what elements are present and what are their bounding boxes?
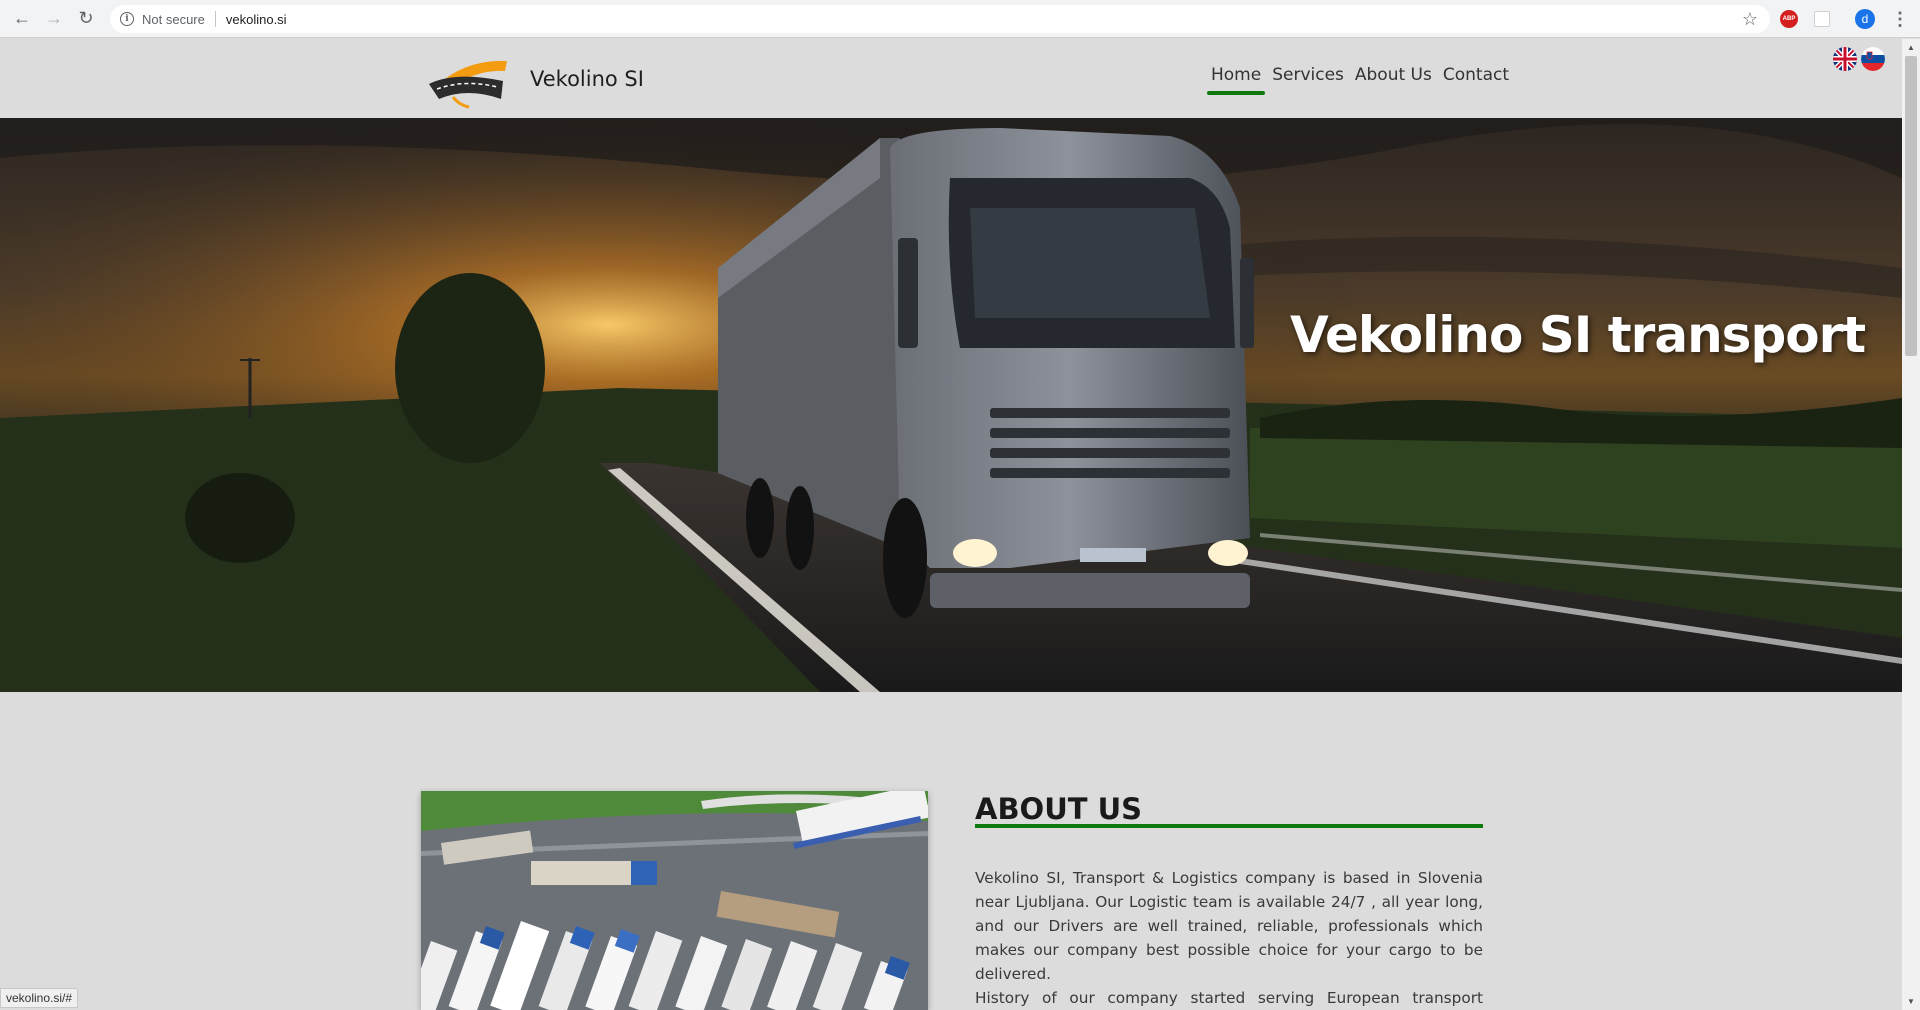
scroll-up-icon[interactable]: ▲ — [1907, 43, 1915, 52]
english-flag-icon[interactable] — [1833, 47, 1857, 71]
url-text[interactable]: vekolino.si — [226, 12, 287, 27]
nav-item-home[interactable]: Home — [1207, 61, 1266, 95]
site-header: Vekolino SI Home Services About Us Conta… — [0, 39, 1902, 118]
slovenian-flag-icon[interactable] — [1861, 47, 1885, 71]
truck-parking-aerial-image — [421, 791, 928, 1010]
bookmark-star-icon[interactable]: ☆ — [1742, 9, 1758, 30]
nav-item-contact[interactable]: Contact — [1439, 61, 1513, 95]
browser-toolbar: ← → ↻ i Not secure vekolino.si ☆ ABP d ⋮ — [0, 0, 1920, 38]
scroll-down-icon[interactable]: ▼ — [1907, 997, 1915, 1006]
omnibox-divider — [214, 11, 216, 27]
reload-icon[interactable]: ↻ — [74, 7, 98, 31]
extension-icon[interactable] — [1814, 11, 1830, 27]
profile-avatar[interactable]: d — [1855, 9, 1875, 29]
address-bar[interactable]: i Not secure vekolino.si ☆ — [110, 5, 1770, 33]
about-section: ABOUT US Vekolino SI, Transport & Logist… — [0, 692, 1902, 1010]
about-paragraph: History of our company started serving E… — [975, 989, 1483, 1007]
nav-item-about-us[interactable]: About Us — [1351, 61, 1436, 95]
browser-menu-icon[interactable]: ⋮ — [1890, 8, 1910, 30]
brand-name[interactable]: Vekolino SI — [530, 67, 644, 91]
about-title-underline — [975, 824, 1483, 828]
company-logo[interactable] — [425, 49, 510, 109]
nav-item-services[interactable]: Services — [1268, 61, 1348, 95]
back-icon[interactable]: ← — [10, 7, 34, 31]
about-text: Vekolino SI, Transport & Logistics compa… — [975, 866, 1483, 1010]
forward-icon[interactable]: → — [42, 7, 66, 31]
page-scrollbar[interactable]: ▲ ▼ — [1902, 39, 1920, 1010]
hero-truck-image — [0, 118, 1902, 692]
about-paragraph: Vekolino SI, Transport & Logistics compa… — [975, 869, 1483, 983]
adblock-extension-icon[interactable]: ABP — [1780, 10, 1798, 28]
hero-banner: Vekolino SI transport — [0, 118, 1902, 692]
hero-title: Vekolino SI transport — [1290, 306, 1866, 364]
about-title: ABOUT US — [975, 792, 1143, 826]
main-nav: Home Services About Us Contact — [1207, 61, 1516, 95]
info-icon[interactable]: i — [120, 12, 134, 26]
scrollbar-thumb[interactable] — [1905, 56, 1917, 356]
security-label[interactable]: Not secure — [142, 12, 205, 27]
link-status-bubble: vekolino.si/# — [0, 988, 79, 1008]
